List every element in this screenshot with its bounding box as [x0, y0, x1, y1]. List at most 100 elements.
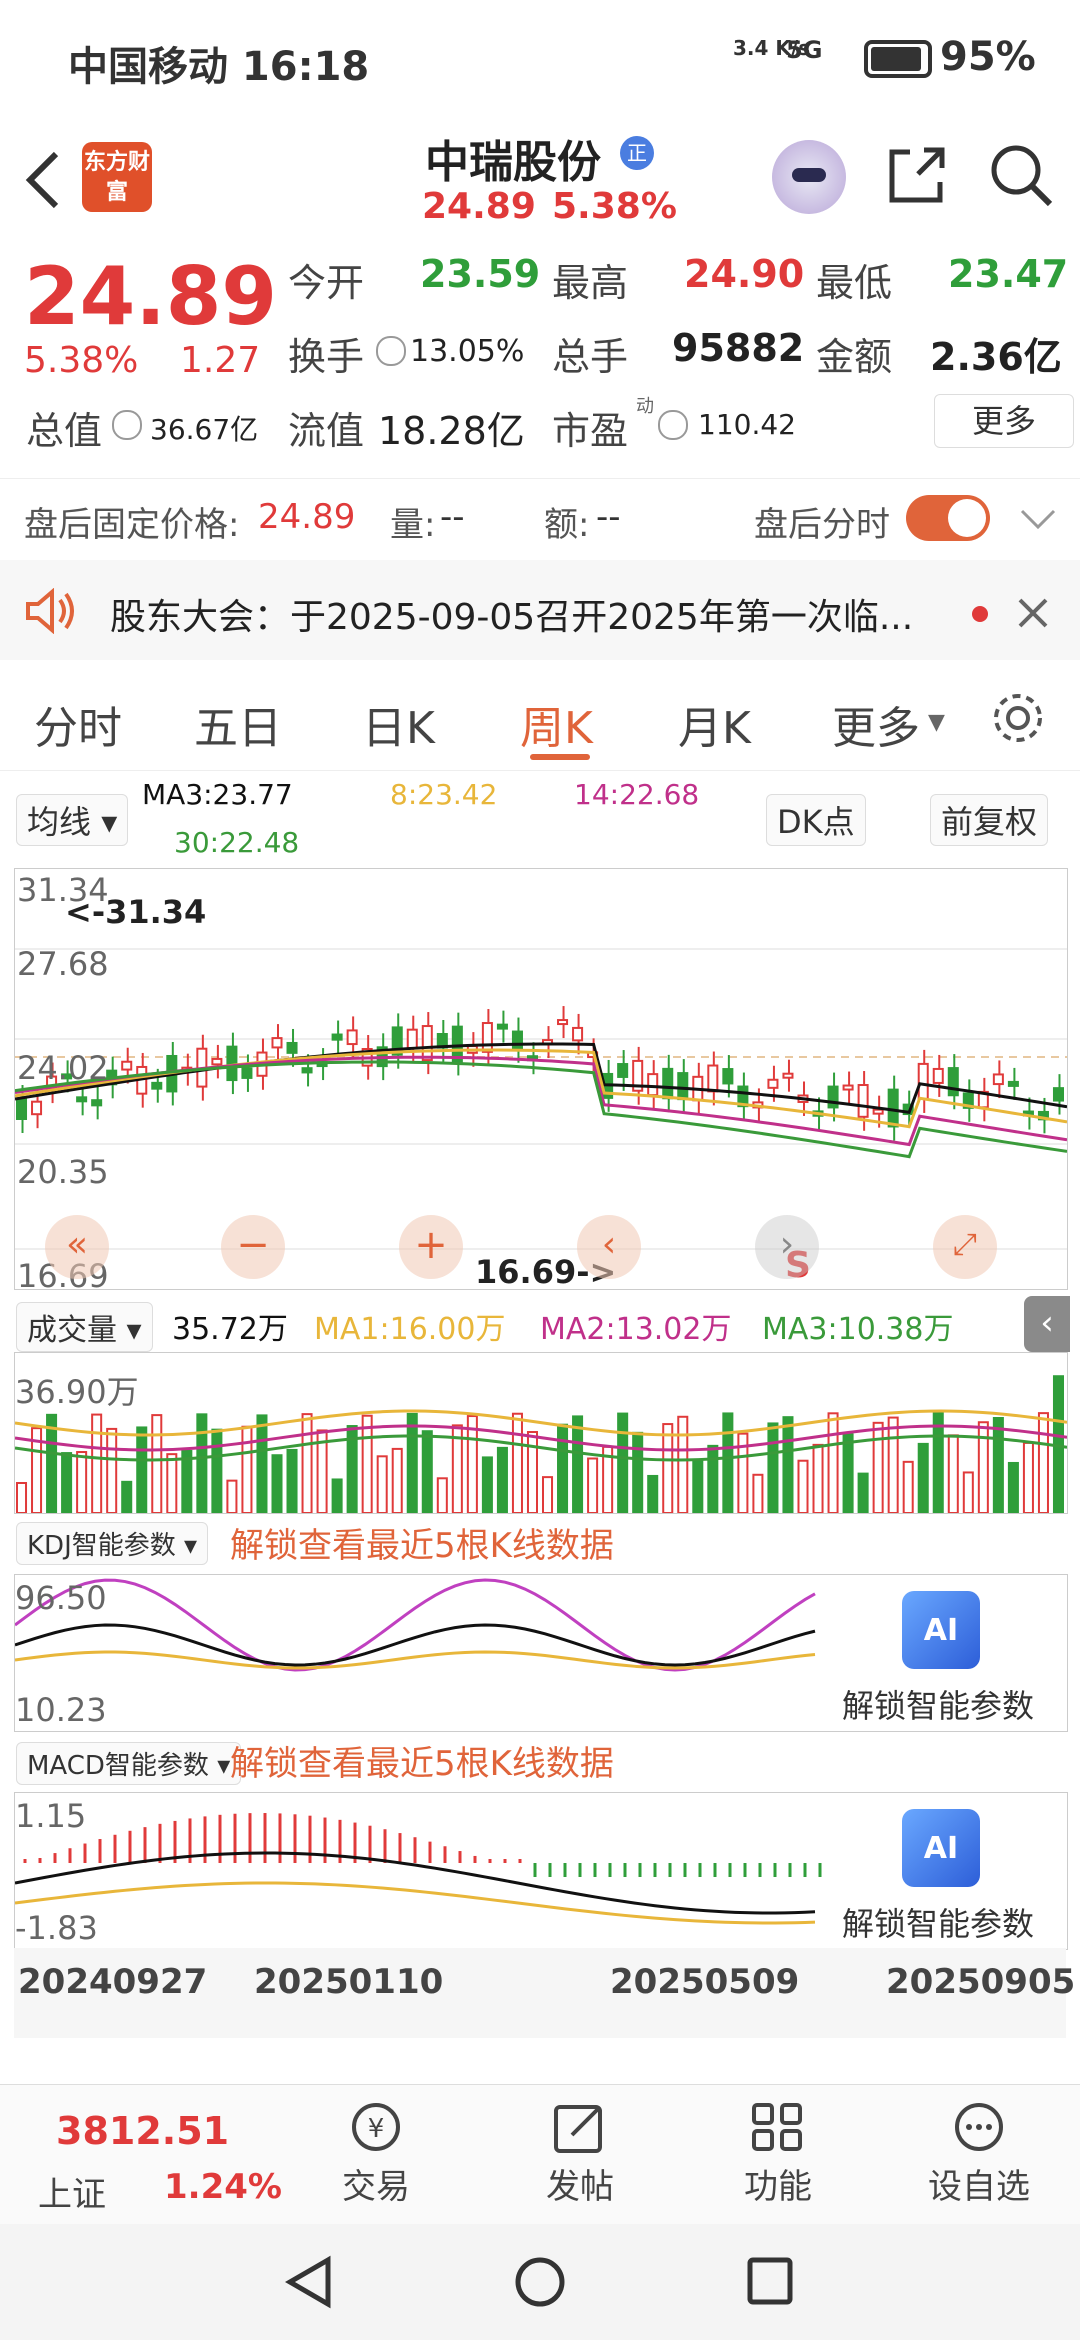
volume-bar — [136, 1426, 148, 1514]
home-circle-icon[interactable] — [512, 2254, 568, 2310]
collapse-panel-button[interactable]: ‹ — [1024, 1296, 1070, 1352]
macd-hint[interactable]: 解锁查看最近5根K线数据 — [230, 1736, 614, 1785]
low-label: 最低 — [816, 261, 893, 305]
kdj-hint[interactable]: 解锁查看最近5根K线数据 — [230, 1518, 614, 1567]
tab-daily-k[interactable]: 日K — [362, 692, 435, 756]
volume-bar — [887, 1416, 899, 1514]
candle — [827, 1085, 839, 1109]
volume-bar — [557, 1423, 569, 1514]
after-amt: -- — [596, 497, 621, 537]
volume-chart[interactable]: 36.90万 — [14, 1352, 1068, 1515]
y-label: 27.68 — [17, 945, 109, 983]
tab-five-day[interactable]: 五日 — [194, 692, 282, 756]
after-amt-label: 额: — [544, 505, 590, 545]
macd-chart[interactable]: 1.15 -1.83 AI 解锁智能参数 — [14, 1792, 1068, 1950]
candle — [1007, 1080, 1019, 1087]
volume-legend: 35.72万 — [172, 1312, 288, 1347]
ma30-legend: 30:22.48 — [174, 826, 300, 859]
more-button[interactable]: 更多 — [934, 394, 1074, 448]
kdj-line — [14, 1623, 816, 1667]
dk-point-button[interactable]: DK点 — [766, 794, 866, 846]
after-vol-label: 量: — [390, 505, 436, 545]
ai-icon: AI — [902, 1591, 980, 1669]
turnover-label: 换手 — [288, 335, 365, 379]
scroll-left-button[interactable]: ‹ — [577, 1215, 641, 1279]
index-name[interactable]: 上证 — [38, 2167, 106, 2216]
fullscreen-icon[interactable]: ⤢ — [933, 1215, 997, 1279]
volume-bar — [286, 1448, 298, 1514]
tab-more[interactable]: 更多 — [832, 692, 920, 756]
macd-top-label: 1.15 — [15, 1797, 87, 1835]
candle — [271, 1037, 283, 1049]
candle — [932, 1067, 944, 1084]
volume-bar — [872, 1421, 884, 1514]
scroll-left-fast-button[interactable]: « — [45, 1215, 109, 1279]
nav-trade[interactable]: ¥ 交易 — [336, 2099, 416, 2219]
macd-selector[interactable]: MACD智能参数 ▾ — [16, 1742, 242, 1785]
macd-unlock-panel[interactable]: AI 解锁智能参数 — [822, 1793, 1067, 1949]
zoom-in-button[interactable]: + — [399, 1215, 463, 1279]
nav-add-watchlist[interactable]: 设自选 — [924, 2099, 1034, 2219]
low-value: 23.47 — [948, 252, 1069, 296]
amount-label: 金额 — [816, 335, 893, 379]
float-value: 18.28亿 — [378, 409, 525, 453]
tab-intraday[interactable]: 分时 — [34, 692, 122, 756]
candle — [211, 1057, 223, 1066]
kline-chart[interactable]: 31.34 27.68 24.02 20.35 16.69 <-31.34 16… — [14, 868, 1068, 1295]
volume-bar — [752, 1473, 764, 1514]
share-icon[interactable] — [884, 142, 950, 208]
volume-bar — [647, 1474, 659, 1515]
candle — [707, 1064, 719, 1093]
chevron-down-icon[interactable] — [1018, 507, 1058, 531]
chart-tabs: 分时 五日 日K 周K 月K 更多 ▼ — [0, 670, 1080, 771]
zoom-out-button[interactable]: − — [221, 1215, 285, 1279]
kdj-selector[interactable]: KDJ智能参数 ▾ — [16, 1522, 209, 1565]
info-icon[interactable] — [658, 410, 688, 440]
kdj-unlock-panel[interactable]: AI 解锁智能参数 — [822, 1575, 1067, 1731]
tab-monthly-k[interactable]: 月K — [678, 692, 751, 756]
gear-icon[interactable] — [990, 690, 1046, 746]
candle — [947, 1067, 959, 1097]
info-icon[interactable] — [112, 410, 142, 440]
search-icon[interactable] — [986, 140, 1056, 210]
tab-weekly-k[interactable]: 周K — [520, 692, 593, 756]
info-icon[interactable] — [376, 336, 406, 366]
candle — [16, 1098, 28, 1120]
volume-bar — [91, 1413, 103, 1514]
volume-bar — [1022, 1441, 1034, 1514]
volume-selector[interactable]: 成交量 ▾ — [16, 1302, 153, 1352]
date-axis: 20240927 20250110 20250509 20250905 — [14, 1948, 1075, 2038]
macd-unlock-label: 解锁智能参数 — [842, 1905, 1035, 1943]
high-value: 24.90 — [684, 252, 805, 296]
volume-bar — [16, 1482, 28, 1514]
candle — [301, 1067, 313, 1074]
assistant-avatar[interactable] — [772, 140, 846, 214]
adjust-button[interactable]: 前复权 — [930, 794, 1049, 846]
candle — [887, 1088, 899, 1128]
volume-bar — [226, 1479, 238, 1514]
index-value[interactable]: 3812.51 — [56, 2109, 229, 2153]
after-hours-toggle[interactable] — [906, 495, 990, 541]
carrier-time: 中国移动 16:18 — [68, 44, 370, 90]
back-triangle-icon[interactable] — [284, 2254, 334, 2310]
mktcap-value: 36.67亿 — [150, 413, 259, 446]
volume-svg — [14, 1375, 1068, 1515]
recents-square-icon[interactable] — [744, 2254, 796, 2310]
volume-bar — [331, 1478, 343, 1514]
kdj-line — [14, 1650, 816, 1670]
close-icon[interactable] — [1016, 596, 1050, 630]
volume-bar — [406, 1412, 418, 1515]
scroll-right-button[interactable]: › — [755, 1215, 819, 1279]
ma-selector[interactable]: 均线 ▾ — [16, 794, 129, 846]
nav-features[interactable]: 功能 — [738, 2099, 818, 2219]
candle — [331, 1033, 343, 1041]
kdj-chart[interactable]: 96.50 10.23 AI 解锁智能参数 — [14, 1574, 1068, 1732]
volume-bar — [932, 1412, 944, 1515]
index-pct[interactable]: 1.24% — [164, 2167, 282, 2207]
announcement-bar[interactable]: 股东大会：于2025-09-05召开2025年第一次临... — [0, 560, 1080, 660]
back-icon[interactable] — [22, 148, 62, 212]
volume-bar — [256, 1414, 268, 1515]
quote-panel: 24.89 5.38% 1.27 总值 36.67亿 今开 23.59 最高 2… — [0, 240, 1080, 460]
nav-post[interactable]: 发帖 — [540, 2099, 620, 2219]
app-logo[interactable]: 东方财富 — [82, 142, 152, 212]
